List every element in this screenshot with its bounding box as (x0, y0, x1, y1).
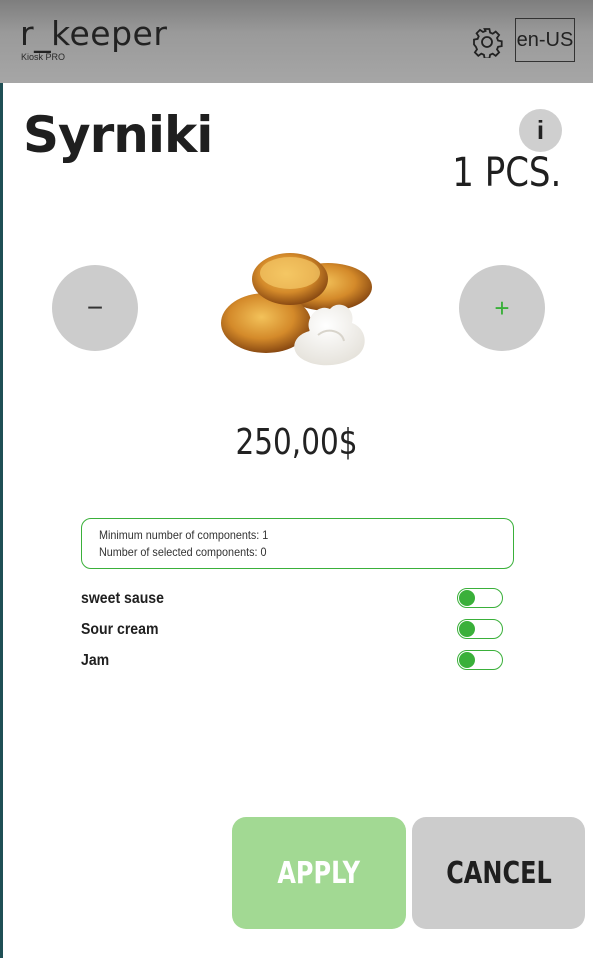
option-label: Sour cream (81, 621, 159, 638)
toggle-knob (459, 652, 475, 668)
selected-components-text: Number of selected components: 0 (99, 545, 267, 559)
toggle-knob (459, 590, 475, 606)
header-bar: r_keeper Kiosk PRO en-US (0, 0, 593, 83)
product-title: Syrniki (23, 106, 213, 164)
brand-subtitle: Kiosk PRO (21, 52, 66, 62)
price-label: 250,00$ (235, 422, 358, 463)
quantity-label: 1 PCS. (451, 150, 561, 196)
language-button[interactable]: en-US (515, 18, 575, 62)
option-label: Jam (81, 652, 110, 669)
option-row[interactable]: Jam (81, 649, 505, 673)
option-row[interactable]: sweet sause (81, 587, 505, 611)
gear-icon[interactable] (471, 26, 503, 58)
apply-button-label: APPLY (277, 855, 361, 891)
info-button[interactable]: i (519, 109, 562, 152)
toggle-knob (459, 621, 475, 637)
component-rules-box: Minimum number of components: 1 Number o… (81, 518, 514, 569)
product-image (221, 253, 372, 366)
left-edge-strip (0, 83, 3, 958)
option-label: sweet sause (81, 590, 164, 607)
brand-logo: r_keeper (20, 14, 168, 53)
increase-quantity-button[interactable]: + (459, 265, 545, 351)
apply-button[interactable]: APPLY (232, 817, 406, 929)
option-toggle[interactable] (457, 619, 503, 639)
decrease-quantity-button[interactable]: − (52, 265, 138, 351)
option-toggle[interactable] (457, 588, 503, 608)
cancel-button-label: CANCEL (445, 855, 552, 891)
cancel-button[interactable]: CANCEL (412, 817, 585, 929)
option-row[interactable]: Sour cream (81, 618, 505, 642)
min-components-text: Minimum number of components: 1 (99, 528, 269, 542)
option-toggle[interactable] (457, 650, 503, 670)
